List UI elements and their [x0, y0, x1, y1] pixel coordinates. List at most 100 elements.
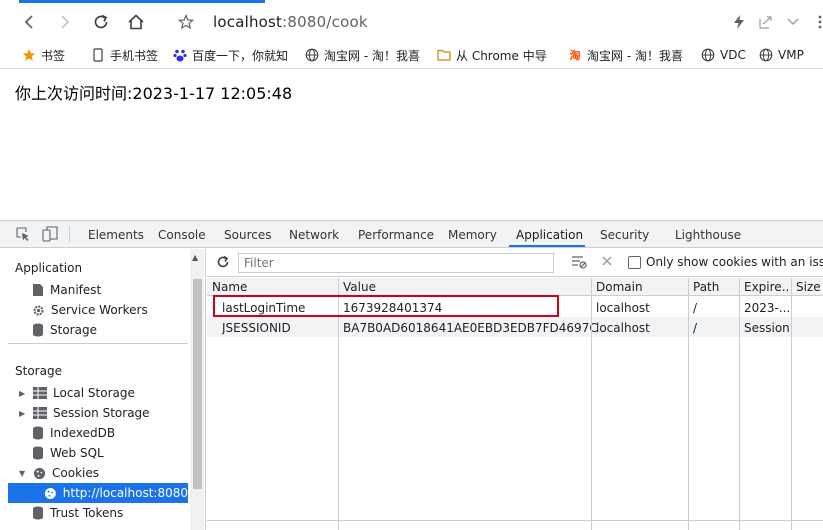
tab-console[interactable]: Console: [158, 228, 206, 242]
bookmark-item-chrome-import[interactable]: 从 Chrome 中导: [437, 46, 555, 64]
triangle-right-icon[interactable]: ▶: [19, 409, 27, 418]
reload-button[interactable]: [87, 8, 115, 36]
column-header-name[interactable]: Name: [212, 280, 247, 294]
tab-elements[interactable]: Elements: [88, 228, 144, 242]
device-mobile-icon: [42, 226, 58, 242]
url-host: localhost: [213, 13, 283, 31]
globe-icon: [759, 48, 773, 62]
delete-selected-cookie-button[interactable]: [601, 255, 613, 270]
cookie-domain: localhost: [596, 301, 650, 315]
annotation-highlight-box: [213, 295, 559, 317]
bookmark-item-taobao-1[interactable]: 淘宝网 - 淘！我喜: [305, 46, 423, 64]
cookie-icon: [33, 467, 46, 479]
refresh-button[interactable]: [216, 255, 230, 272]
lightning-button[interactable]: [725, 8, 753, 36]
tab-lighthouse[interactable]: Lighthouse: [675, 228, 741, 242]
sidebar-item-service-workers[interactable]: Service Workers: [32, 300, 148, 320]
bookmark-item-vmp[interactable]: VMP: [759, 46, 804, 64]
bookmark-item-bookmarks[interactable]: 书签: [22, 46, 65, 64]
folder-icon: [437, 48, 451, 62]
triangle-down-icon[interactable]: ▼: [19, 469, 27, 478]
bookmark-item-baidu[interactable]: 百度一下，你就知: [173, 46, 291, 64]
sidebar-heading-storage: Storage: [15, 364, 62, 378]
url-path: :8080/cook: [282, 13, 368, 31]
bookmark-item-taobao-2[interactable]: 淘 淘宝网 - 淘！我喜: [568, 46, 688, 64]
devtools-panel: Elements Console Sources Network Perform…: [0, 220, 823, 530]
sidebar-item-cookie-origin[interactable]: http://localhost:8080: [8, 483, 188, 503]
last-visit-text: 你上次访问时间:2023-1-17 12:05:48: [15, 84, 293, 103]
triangle-right-icon[interactable]: ▶: [19, 389, 27, 398]
close-icon: [602, 256, 612, 266]
tab-memory[interactable]: Memory: [448, 228, 497, 242]
sidebar-item-indexeddb[interactable]: IndexedDB: [32, 423, 115, 443]
reload-icon: [94, 14, 108, 29]
bookmark-item-mobile[interactable]: 手机书签: [91, 46, 158, 64]
cookie-name: JSESSIONID: [222, 321, 291, 335]
column-header-value[interactable]: Value: [343, 280, 376, 294]
sidebar-divider: [8, 343, 188, 344]
only-issues-checkbox[interactable]: [628, 256, 641, 269]
sidebar-heading-application: Application: [15, 261, 83, 275]
column-divider[interactable]: [591, 278, 592, 530]
tab-sources[interactable]: Sources: [224, 228, 271, 242]
grid-table-icon: [33, 407, 47, 419]
column-header-domain[interactable]: Domain: [596, 280, 643, 294]
sidebar-item-trust-tokens[interactable]: Trust Tokens: [32, 503, 123, 523]
cookie-domain: localhost: [596, 321, 650, 335]
dropdown-button[interactable]: [779, 8, 807, 36]
database-icon: [33, 323, 43, 337]
tab-security[interactable]: Security: [600, 228, 649, 242]
sidebar-item-cookies[interactable]: ▼ Cookies: [19, 463, 99, 483]
sidebar-item-manifest[interactable]: Manifest: [32, 280, 101, 300]
home-button[interactable]: [122, 8, 150, 36]
forward-button[interactable]: [51, 8, 79, 36]
tab-application[interactable]: Application: [516, 228, 583, 242]
inspect-element-button[interactable]: [16, 227, 31, 245]
only-issues-label: Only show cookies with an issue: [646, 255, 823, 269]
scroll-up-arrow-icon[interactable]: ▲: [192, 253, 198, 262]
cookie-value: BA7B0AD6018641AE0EBD3EDB7FD4697C: [343, 321, 598, 335]
sidebar-item-web-sql[interactable]: Web SQL: [32, 443, 104, 463]
browser-toolbar: localhost:8080/cook: [0, 3, 823, 40]
grid-table-icon: [33, 387, 47, 399]
cookie-path: /: [693, 321, 698, 335]
clear-filtered-cookies-button[interactable]: [571, 255, 587, 272]
sidebar-item-storage[interactable]: Storage: [32, 320, 97, 340]
cookie-filter-input[interactable]: [238, 253, 554, 273]
share-button[interactable]: [752, 8, 780, 36]
tab-performance[interactable]: Performance: [358, 228, 434, 242]
column-header-path[interactable]: Path: [693, 280, 719, 294]
bookmark-item-vdc[interactable]: VDC: [701, 46, 746, 64]
table-row[interactable]: JSESSIONID BA7B0AD6018641AE0EBD3EDB7FD46…: [207, 317, 823, 337]
toolbar-separator: [69, 226, 70, 242]
share-icon: [759, 16, 772, 29]
active-tab-indicator: [509, 245, 585, 247]
arrow-left-icon: [24, 15, 33, 29]
cookie-expires: 2023-...: [744, 301, 790, 315]
address-bar[interactable]: localhost:8080/cook: [213, 13, 368, 31]
column-divider[interactable]: [791, 278, 792, 530]
back-button[interactable]: [15, 8, 43, 36]
sidebar-scrollbar-thumb[interactable]: [193, 279, 202, 489]
cookie-icon: [44, 487, 56, 499]
device-toolbar-button[interactable]: [42, 226, 58, 245]
column-header-size[interactable]: Size: [796, 280, 821, 294]
menu-button[interactable]: [806, 8, 823, 36]
arrow-right-icon: [61, 15, 70, 29]
clear-list-icon: [572, 256, 587, 269]
column-header-expires[interactable]: Expire...: [744, 280, 790, 294]
bookmark-star-button[interactable]: [172, 8, 200, 36]
sidebar-item-local-storage[interactable]: ▶ Local Storage: [19, 383, 135, 403]
taobao-icon: 淘: [569, 49, 581, 62]
phone-icon: [91, 48, 105, 62]
cookies-panel: Only show cookies with an issue Name Val…: [207, 249, 823, 530]
inspect-cursor-icon: [16, 227, 29, 241]
tab-network[interactable]: Network: [289, 228, 339, 242]
column-divider[interactable]: [739, 278, 740, 530]
gear-icon: [33, 304, 44, 316]
column-divider[interactable]: [688, 278, 689, 530]
sidebar-item-session-storage[interactable]: ▶ Session Storage: [19, 403, 150, 423]
lightning-icon: [734, 15, 744, 29]
baidu-paw-icon: [173, 48, 187, 62]
document-icon: [33, 284, 43, 296]
